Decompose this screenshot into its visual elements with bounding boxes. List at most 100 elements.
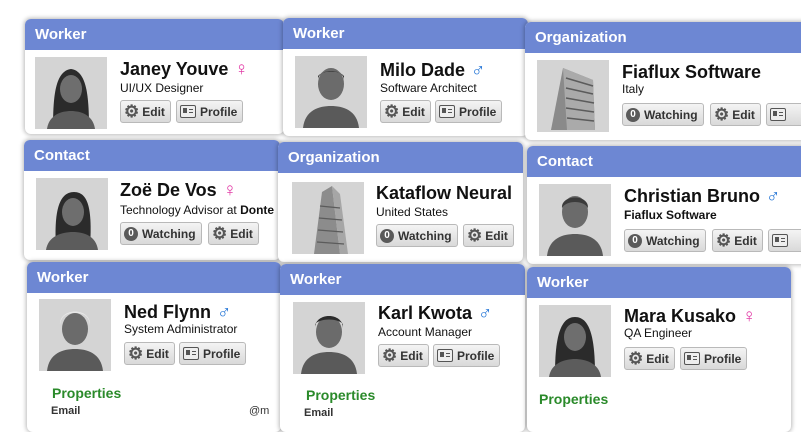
watch-count-badge: 0 xyxy=(628,233,642,248)
edit-button[interactable]: ⚙ Edit xyxy=(380,100,431,123)
organization-name: Fiaflux Software xyxy=(622,62,762,82)
male-icon: ♂ xyxy=(766,186,781,207)
profile-button[interactable] xyxy=(766,103,801,126)
edit-button[interactable]: ⚙ Edit xyxy=(710,103,761,126)
gear-icon: ⚙ xyxy=(212,224,228,243)
country: Italy xyxy=(622,82,645,96)
avatar xyxy=(539,305,611,377)
email-label: Email xyxy=(51,405,81,417)
edit-button[interactable]: ⚙ Edit xyxy=(124,342,175,365)
id-badge-icon xyxy=(183,347,199,360)
female-icon: ♀ xyxy=(234,59,249,80)
contact-card-zoe[interactable]: Contact Zoë De Vos ♀ Technology Advisor a… xyxy=(24,140,280,260)
gear-icon: ⚙ xyxy=(467,226,483,245)
gear-icon: ⚙ xyxy=(628,349,644,368)
avatar xyxy=(39,299,111,371)
male-icon: ♂ xyxy=(471,60,486,81)
worker-card-mara[interactable]: Worker Mara Kusako ♀ QA Engineer ⚙ Edit Pr… xyxy=(527,267,791,432)
card-type-header: Worker xyxy=(27,262,281,293)
contact-card-christian[interactable]: Contact Christian Bruno ♂ Fiaflux Softwar… xyxy=(527,146,801,264)
job-title: UI/UX Designer xyxy=(120,81,204,95)
gear-icon: ⚙ xyxy=(382,346,398,365)
company-link[interactable]: Fiaflux Software xyxy=(624,208,717,222)
watch-count-badge: 0 xyxy=(380,228,394,243)
edit-button[interactable]: ⚙ Edit xyxy=(208,222,259,245)
card-type-header: Worker xyxy=(25,19,284,50)
avatar xyxy=(295,56,367,128)
card-type-header: Organization xyxy=(525,22,801,53)
person-name: Milo Dade xyxy=(380,60,466,80)
person-name: Mara Kusako xyxy=(624,306,737,326)
gear-icon: ⚙ xyxy=(384,102,400,121)
card-type-header: Worker xyxy=(280,264,525,295)
properties-heading: Properties xyxy=(539,391,609,407)
avatar xyxy=(539,184,611,256)
card-type-header: Contact xyxy=(527,146,801,177)
female-icon: ♀ xyxy=(742,306,757,327)
worker-card-ned[interactable]: Worker Ned Flynn ♂ System Administrator ⚙… xyxy=(27,262,281,432)
female-icon: ♀ xyxy=(222,180,237,201)
email-value[interactable]: @m xyxy=(249,405,269,417)
job-title: System Administrator xyxy=(124,322,238,336)
male-icon: ♂ xyxy=(217,302,232,323)
worker-card-milo[interactable]: Worker Milo Dade ♂ Software Architect ⚙ Ed… xyxy=(283,18,528,136)
card-type-header: Worker xyxy=(283,18,528,49)
gear-icon: ⚙ xyxy=(714,105,730,124)
watching-button[interactable]: 0 Watching xyxy=(622,103,704,126)
watching-button[interactable]: 0 Watching xyxy=(624,229,706,252)
company: Fiaflux Software xyxy=(624,208,717,222)
edit-button[interactable]: ⚙ Edit xyxy=(120,100,171,123)
watching-button[interactable]: 0 Watching xyxy=(120,222,202,245)
worker-card-karl[interactable]: Worker Karl Kwota ♂ Account Manager ⚙ Edit… xyxy=(280,264,525,432)
organization-name: Kataflow Neural xyxy=(376,183,513,203)
profile-button[interactable]: Profile xyxy=(680,347,748,370)
person-name: Janey Youve xyxy=(120,59,229,79)
profile-button[interactable]: Profile xyxy=(435,100,503,123)
avatar xyxy=(35,57,107,129)
job-title: Software Architect xyxy=(380,81,477,95)
person-name: Karl Kwota xyxy=(378,303,473,323)
avatar xyxy=(293,302,365,374)
worker-card-janey[interactable]: Worker Janey Youve ♀ UI/UX Designer ⚙ Edit… xyxy=(25,19,284,134)
properties-heading: Properties xyxy=(306,387,376,403)
company-link[interactable]: Donte xyxy=(240,203,274,217)
country: United States xyxy=(376,205,449,219)
edit-button[interactable]: ⚙ Edit xyxy=(463,224,514,247)
person-name: Christian Bruno xyxy=(624,186,761,206)
gear-icon: ⚙ xyxy=(716,231,732,250)
building-image xyxy=(292,182,364,254)
card-type-header: Organization xyxy=(278,142,523,173)
person-name: Ned Flynn xyxy=(124,302,212,322)
job-title: Technology Advisor at Donte xyxy=(120,203,275,217)
card-type-header: Worker xyxy=(527,267,791,298)
profile-button[interactable]: Profile xyxy=(433,344,501,367)
id-badge-icon xyxy=(684,352,700,365)
avatar xyxy=(36,178,108,250)
id-badge-icon xyxy=(770,108,786,121)
id-badge-icon xyxy=(439,105,455,118)
job-title: QA Engineer xyxy=(624,326,693,340)
id-badge-icon xyxy=(437,349,453,362)
edit-button[interactable]: ⚙ Edit xyxy=(712,229,763,252)
id-badge-icon xyxy=(180,105,196,118)
properties-heading: Properties xyxy=(52,385,122,401)
building-image xyxy=(537,60,609,132)
organization-card-kataflow[interactable]: Organization Kataflow Neural United Stat… xyxy=(278,142,523,262)
id-badge-icon xyxy=(772,234,788,247)
watching-button[interactable]: 0 Watching xyxy=(376,224,458,247)
profile-button[interactable]: Profile xyxy=(179,342,247,365)
card-type-header: Contact xyxy=(24,140,280,171)
male-icon: ♂ xyxy=(478,303,493,324)
profile-button[interactable] xyxy=(768,229,801,252)
edit-button[interactable]: ⚙ Edit xyxy=(378,344,429,367)
email-label: Email xyxy=(304,407,334,419)
gear-icon: ⚙ xyxy=(128,344,144,363)
organization-card-fiaflux[interactable]: Organization Fiaflux Software Italy 0 Wat… xyxy=(525,22,801,140)
watch-count-badge: 0 xyxy=(626,107,640,122)
edit-button[interactable]: ⚙ Edit xyxy=(624,347,675,370)
profile-button[interactable]: Profile xyxy=(176,100,244,123)
person-name: Zoë De Vos xyxy=(120,180,217,200)
gear-icon: ⚙ xyxy=(124,102,140,121)
job-title: Account Manager xyxy=(378,325,473,339)
watch-count-badge: 0 xyxy=(124,226,138,241)
